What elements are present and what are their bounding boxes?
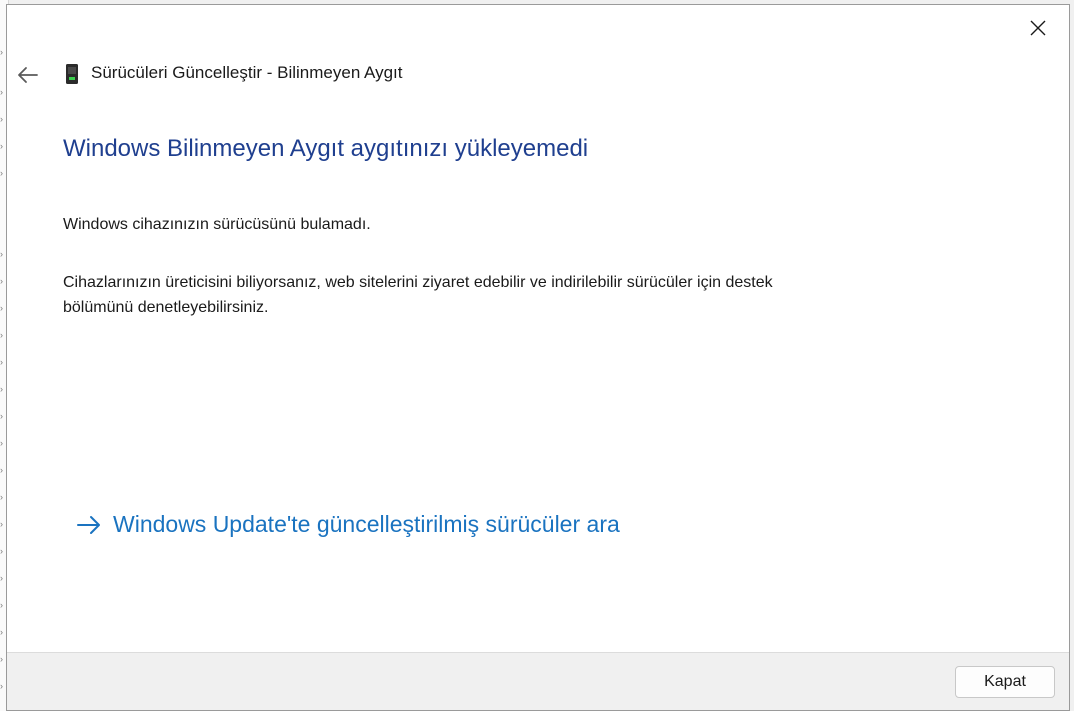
back-button[interactable] <box>15 63 41 87</box>
chevron-right-icon: › <box>0 654 3 664</box>
error-message: Windows cihazınızın sürücüsünü bulamadı. <box>63 216 371 233</box>
chevron-right-icon: › <box>0 47 3 57</box>
chevron-right-icon: › <box>0 600 3 610</box>
chevron-right-icon: › <box>0 465 3 475</box>
chevron-right-icon: › <box>0 330 3 340</box>
chevron-right-icon: › <box>0 519 3 529</box>
search-windows-update-link[interactable]: Windows Update'te güncelleştirilmiş sürü… <box>75 511 620 538</box>
chevron-right-icon: › <box>0 303 3 313</box>
chevron-right-icon: › <box>0 276 3 286</box>
wizard-title: Sürücüleri Güncelleştir - Bilinmeyen Ayg… <box>91 63 403 82</box>
chevron-right-icon: › <box>0 114 3 124</box>
chevron-right-icon: › <box>0 492 3 502</box>
chevron-right-icon: › <box>0 168 3 178</box>
back-arrow-icon <box>18 67 38 83</box>
help-message: Cihazlarınızın üreticisini biliyorsanız,… <box>63 274 773 316</box>
chevron-right-icon: › <box>0 573 3 583</box>
chevron-right-icon: › <box>0 141 3 151</box>
chevron-right-icon: › <box>0 546 3 556</box>
arrow-right-icon <box>77 515 100 534</box>
chevron-right-icon: › <box>0 384 3 394</box>
chevron-right-icon: › <box>0 681 3 691</box>
chevron-right-icon: › <box>0 249 3 259</box>
update-drivers-dialog: Sürücüleri Güncelleştir - Bilinmeyen Ayg… <box>6 4 1070 711</box>
page-heading: Windows Bilinmeyen Aygıt aygıtınızı yükl… <box>63 135 589 162</box>
close-button[interactable]: Kapat <box>955 666 1055 698</box>
window-close-button[interactable] <box>1015 9 1061 47</box>
usb-device-icon <box>66 64 78 84</box>
chevron-right-icon: › <box>0 627 3 637</box>
chevron-right-icon: › <box>0 438 3 448</box>
chevron-right-icon: › <box>0 411 3 421</box>
chevron-right-icon: › <box>0 87 3 97</box>
close-icon <box>1030 20 1046 36</box>
search-windows-update-link-text: Windows Update'te güncelleştirilmiş sürü… <box>113 511 620 537</box>
dialog-footer: Kapat <box>7 652 1069 710</box>
chevron-right-icon: › <box>0 357 3 367</box>
